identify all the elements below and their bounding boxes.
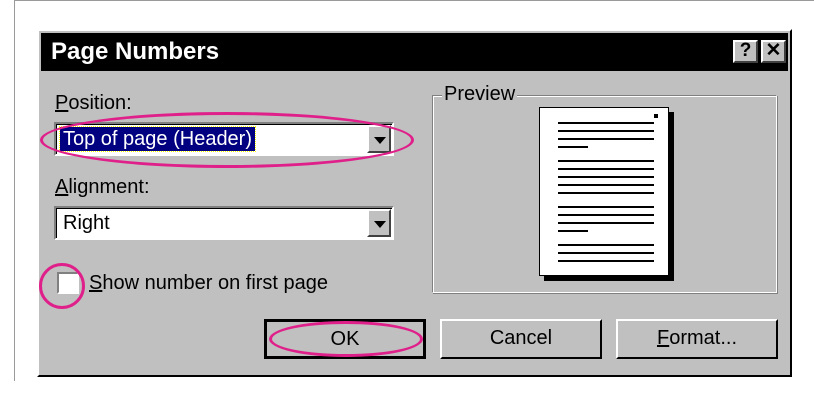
cancel-button[interactable]: Cancel xyxy=(440,319,602,359)
title-bar: Page Numbers ? ✕ xyxy=(41,33,788,71)
close-icon: ✕ xyxy=(765,40,782,61)
dialog-title: Page Numbers xyxy=(51,38,220,65)
position-dropdown-button[interactable] xyxy=(367,125,391,153)
alignment-select[interactable]: Right xyxy=(54,206,394,240)
position-label: Position: xyxy=(55,92,132,114)
page-number-marker xyxy=(654,114,658,118)
close-button[interactable]: ✕ xyxy=(761,40,786,63)
alignment-select-value: Right xyxy=(63,212,110,234)
position-select[interactable]: Top of page (Header) xyxy=(54,122,394,156)
ok-button[interactable]: OK xyxy=(264,319,426,359)
alignment-label: Alignment: xyxy=(55,176,150,198)
show-number-first-page-label[interactable]: Show number on first page xyxy=(89,272,328,295)
preview-label: Preview xyxy=(442,83,518,106)
help-button[interactable]: ? xyxy=(733,40,758,63)
show-number-first-page-checkbox[interactable] xyxy=(57,272,79,294)
format-button[interactable]: Format... xyxy=(616,319,778,359)
position-select-value: Top of page (Header) xyxy=(58,126,257,152)
page-preview-image xyxy=(539,107,669,276)
alignment-dropdown-button[interactable] xyxy=(367,209,391,237)
